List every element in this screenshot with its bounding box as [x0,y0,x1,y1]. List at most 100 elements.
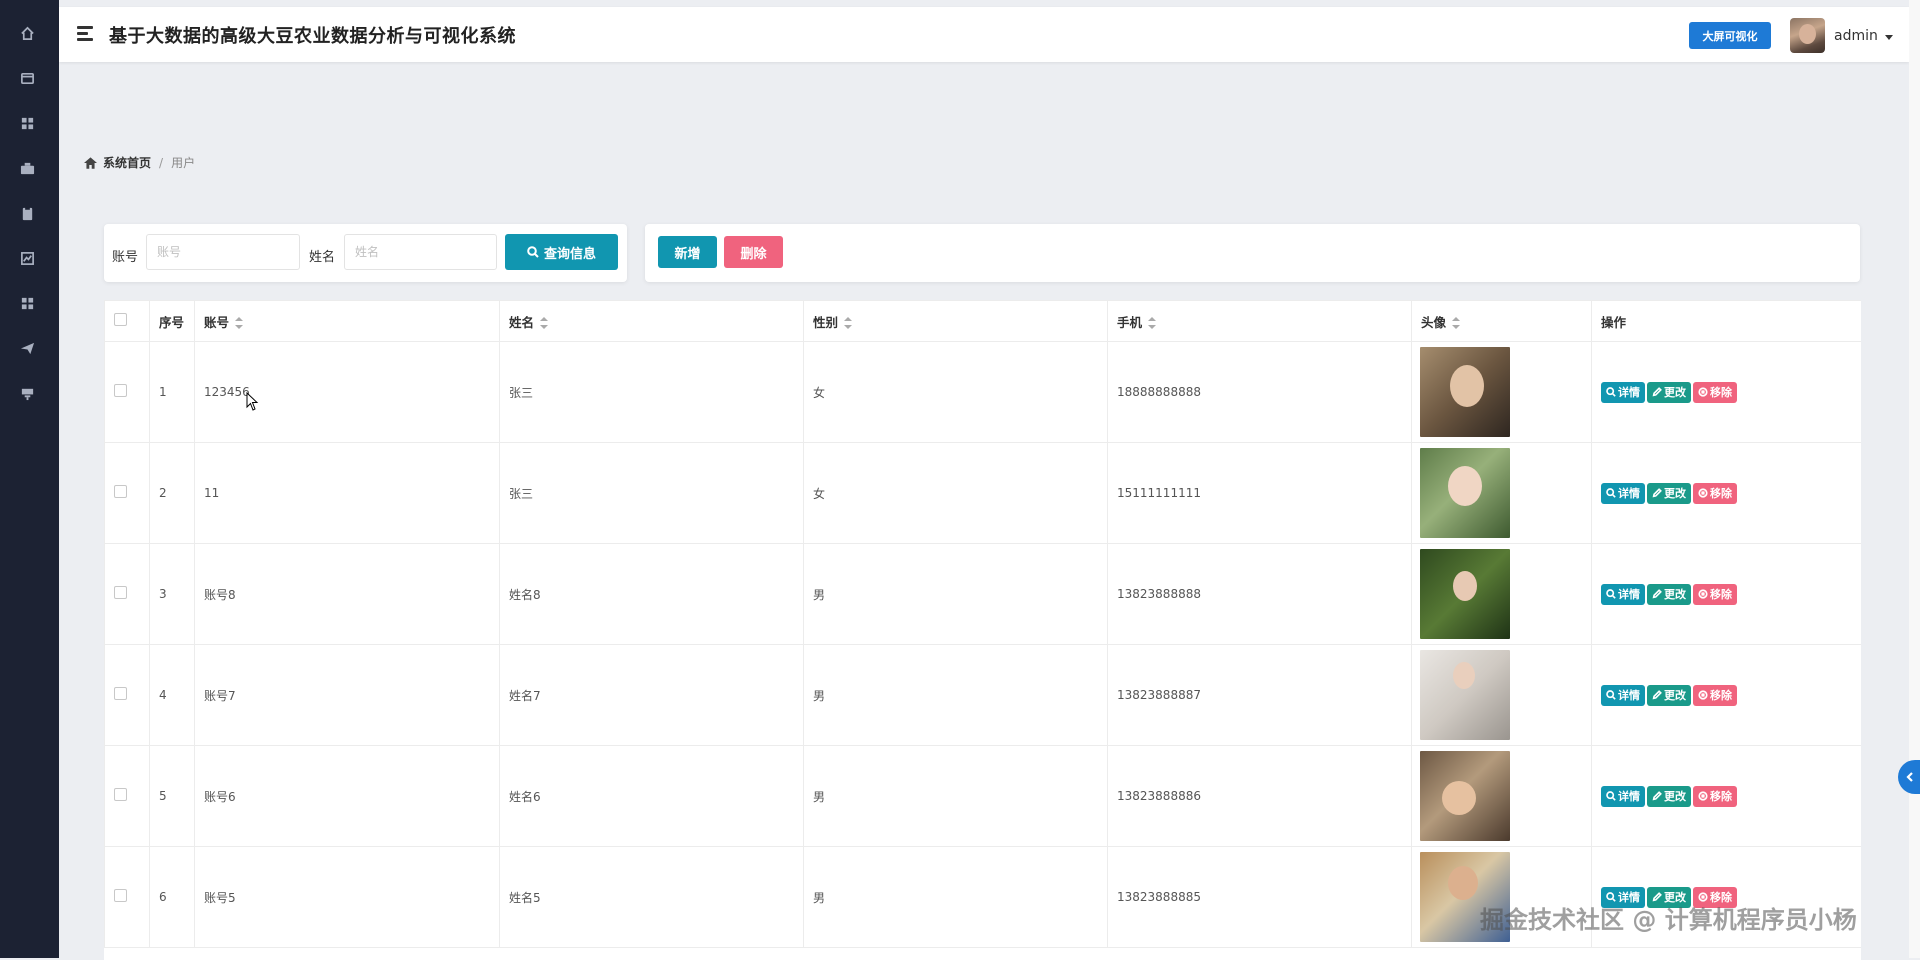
avatar[interactable] [1420,751,1510,841]
table-row[interactable]: 2 11 张三 女 15111111111 详情 更改 移除 [104,442,1861,544]
cell-account: 账号8 [194,543,500,645]
remove-label: 移除 [1710,386,1732,399]
add-button[interactable]: 新增 [658,236,717,268]
cell-phone: 13823888885 [1107,846,1412,948]
close-circle-icon [1698,791,1708,801]
edit-label: 更改 [1664,588,1686,601]
detail-button[interactable]: 详情 [1601,684,1645,706]
table-row[interactable]: 3 账号8 姓名8 男 13823888888 详情 更改 移除 [104,543,1861,645]
detail-button[interactable]: 详情 [1601,785,1645,807]
row-checkbox[interactable] [114,586,127,599]
card-icon[interactable] [18,69,36,87]
avatar[interactable] [1420,650,1510,740]
row-select-cell [104,745,150,847]
search-icon [1606,488,1616,498]
cell-account: 账号5 [194,846,500,948]
detail-label: 详情 [1618,487,1640,500]
sort-icon[interactable] [235,317,244,329]
avatar[interactable] [1420,549,1510,639]
sort-icon[interactable] [1452,317,1461,329]
edit-label: 更改 [1664,386,1686,399]
detail-button[interactable]: 详情 [1601,583,1645,605]
edit-button[interactable]: 更改 [1647,583,1691,605]
header-avatar[interactable]: 头像 [1411,300,1592,342]
avatar[interactable] [1420,448,1510,538]
edit-button[interactable]: 更改 [1647,381,1691,403]
cell-avatar [1411,543,1592,645]
table-row[interactable]: 5 账号6 姓名6 男 13823888886 详情 更改 移除 [104,745,1861,847]
mouse-cursor-icon [246,392,259,411]
row-select-cell [104,442,150,544]
delete-button[interactable]: 删除 [724,236,783,268]
send-icon[interactable] [18,339,36,357]
remove-button[interactable]: 移除 [1693,381,1737,403]
cell-name: 姓名8 [499,543,804,645]
header-name[interactable]: 姓名 [499,300,804,342]
user-name[interactable]: admin [1834,28,1878,44]
cell-avatar [1411,442,1592,544]
edit-button[interactable]: 更改 [1647,684,1691,706]
cell-gender: 女 [803,442,1108,544]
cell-phone: 15111111111 [1107,442,1412,544]
remove-button[interactable]: 移除 [1693,785,1737,807]
user-avatar[interactable] [1790,18,1825,53]
name-search-input[interactable] [344,234,497,270]
edit-button[interactable]: 更改 [1647,785,1691,807]
chart-icon[interactable] [18,249,36,267]
bigscreen-button[interactable]: 大屏可视化 [1689,22,1771,49]
cell-phone: 13823888887 [1107,644,1412,746]
row-checkbox[interactable] [114,687,127,700]
chevron-down-icon[interactable] [1885,35,1893,40]
detail-label: 详情 [1618,588,1640,601]
home-icon[interactable] [18,24,36,42]
cell-name: 张三 [499,341,804,443]
row-checkbox[interactable] [114,485,127,498]
cell-index: 5 [149,745,195,847]
stamp-icon[interactable] [18,384,36,402]
row-checkbox[interactable] [114,384,127,397]
row-checkbox[interactable] [114,889,127,902]
header-account-label: 账号 [204,314,230,330]
header-gender[interactable]: 性别 [803,300,1108,342]
table-header-row: 序号 账号 姓名 性别 手机 头像 操作 [104,300,1861,342]
cell-gender: 男 [803,543,1108,645]
search-icon [1606,791,1616,801]
table-row[interactable]: 4 账号7 姓名7 男 13823888887 详情 更改 移除 [104,644,1861,746]
query-button-label: 查询信息 [543,246,596,262]
apps-icon[interactable] [18,294,36,312]
query-button[interactable]: 查询信息 [505,234,618,270]
sort-icon[interactable] [844,317,853,329]
detail-button[interactable]: 详情 [1601,381,1645,403]
user-table: 序号 账号 姓名 性别 手机 头像 操作 1 123456 张三 女 18888… [104,300,1861,960]
header-account[interactable]: 账号 [194,300,500,342]
remove-button[interactable]: 移除 [1693,482,1737,504]
grid-icon[interactable] [18,114,36,132]
collapse-panel-tab[interactable] [1898,760,1920,794]
select-all-checkbox[interactable] [114,313,127,326]
remove-label: 移除 [1710,790,1732,803]
remove-button[interactable]: 移除 [1693,684,1737,706]
table-row[interactable]: 1 123456 张三 女 18888888888 详情 更改 移除 [104,341,1861,443]
detail-button[interactable]: 详情 [1601,482,1645,504]
account-search-input[interactable] [146,234,300,270]
cell-phone: 13823888888 [1107,543,1412,645]
scrollbar-track[interactable] [1909,0,1920,958]
row-checkbox[interactable] [114,788,127,801]
detail-label: 详情 [1618,689,1640,702]
remove-button[interactable]: 移除 [1693,583,1737,605]
menu-toggle-icon[interactable] [77,26,95,42]
row-select-cell [104,644,150,746]
sort-icon[interactable] [1148,317,1157,329]
remove-label: 移除 [1710,689,1732,702]
account-label: 账号 [112,250,139,265]
cell-name: 姓名5 [499,846,804,948]
clipboard-icon[interactable] [18,204,36,222]
header-phone[interactable]: 手机 [1107,300,1412,342]
breadcrumb-home[interactable]: 系统首页 [103,154,151,171]
briefcase-icon[interactable] [18,159,36,177]
cell-avatar [1411,341,1592,443]
avatar[interactable] [1420,347,1510,437]
edit-button[interactable]: 更改 [1647,482,1691,504]
header-name-label: 姓名 [509,314,535,330]
sort-icon[interactable] [540,317,549,329]
